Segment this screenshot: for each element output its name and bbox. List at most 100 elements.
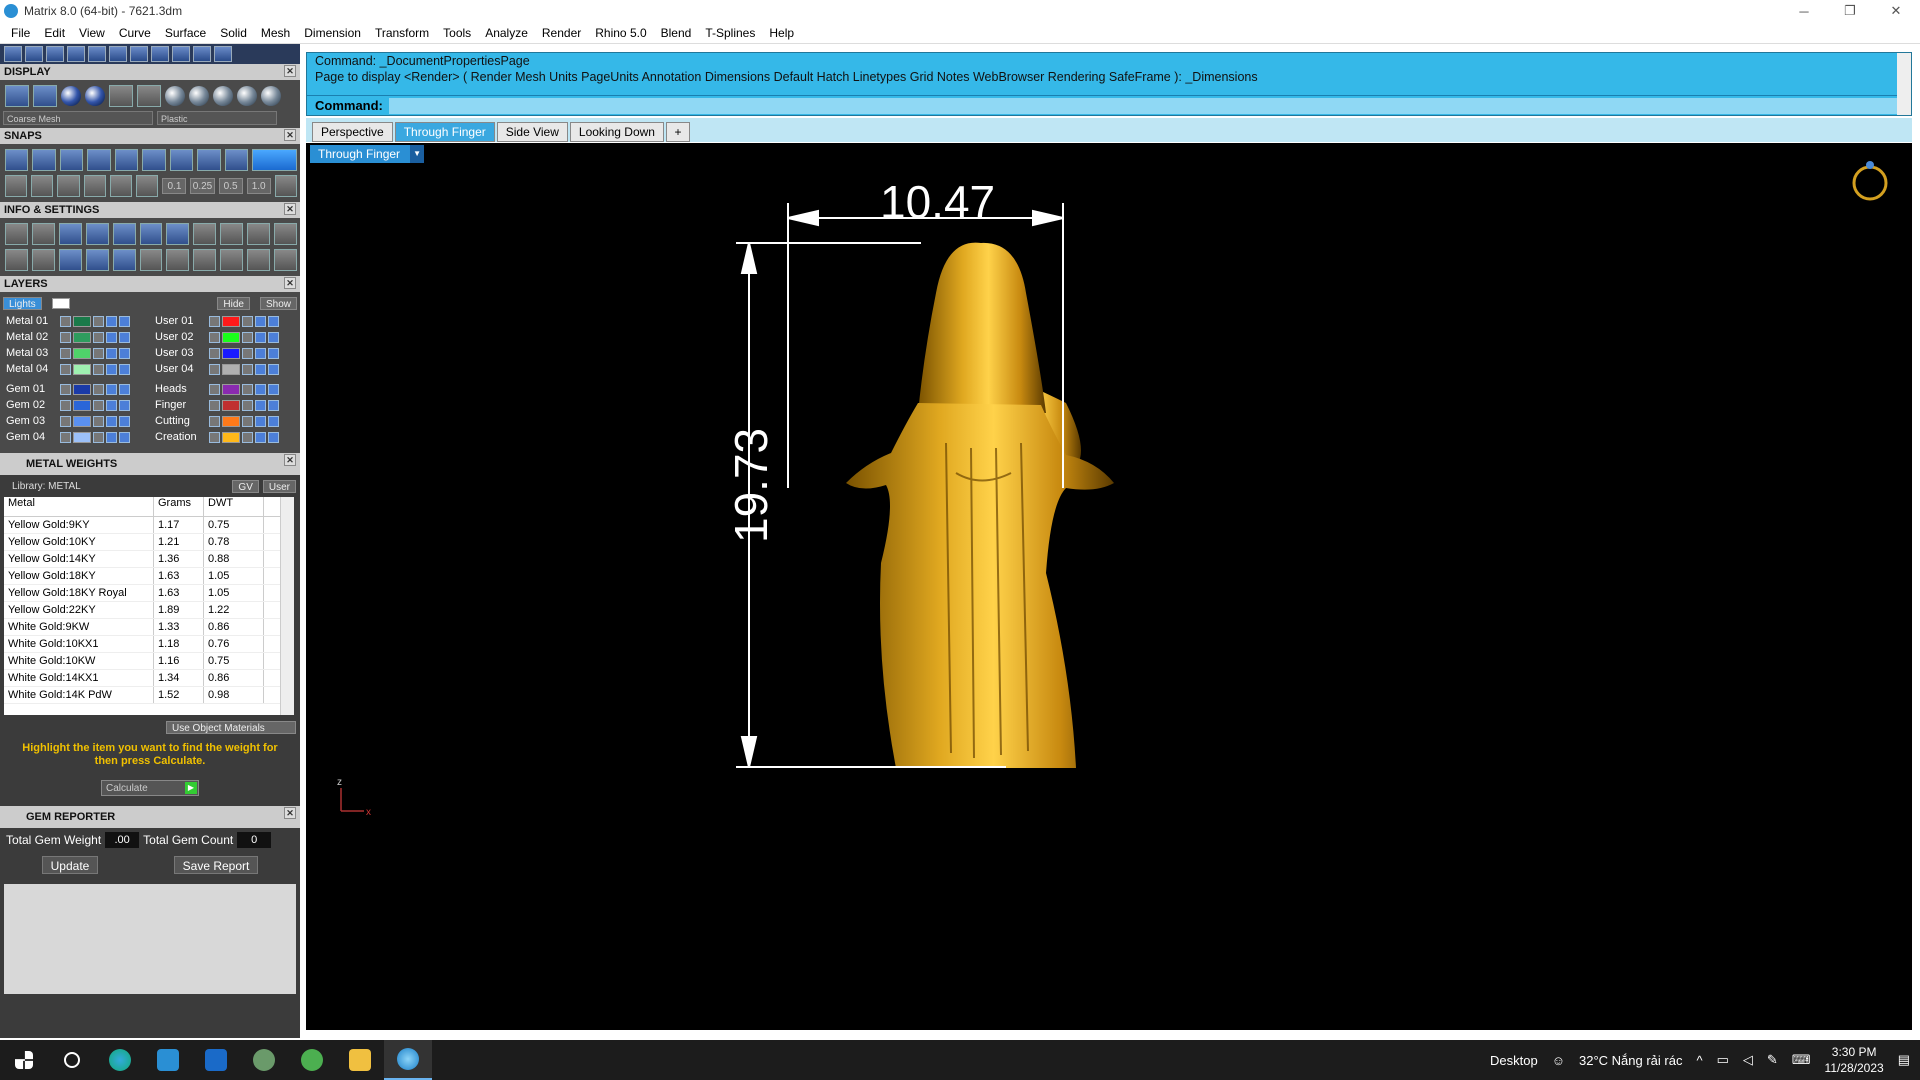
lock-icon[interactable] bbox=[242, 315, 253, 327]
snap-near-icon[interactable] bbox=[32, 149, 56, 171]
expand-icon[interactable] bbox=[60, 431, 71, 443]
dimension-height-value[interactable]: 19.73 bbox=[724, 428, 778, 543]
shaded-icon[interactable] bbox=[33, 85, 57, 107]
table-row[interactable]: Yellow Gold:10KY 1.21 0.78 bbox=[4, 534, 294, 551]
visibility-icon[interactable] bbox=[106, 399, 117, 411]
select-icon[interactable] bbox=[268, 347, 279, 359]
snap-value-3[interactable]: 1.0 bbox=[246, 178, 271, 194]
lock-icon[interactable] bbox=[93, 399, 104, 411]
layer-color-swatch[interactable] bbox=[222, 331, 240, 343]
tool-button[interactable] bbox=[25, 46, 43, 62]
close-icon[interactable]: ✕ bbox=[284, 277, 296, 289]
visibility-icon[interactable] bbox=[255, 415, 266, 427]
lock-icon[interactable] bbox=[93, 347, 104, 359]
planar-icon[interactable] bbox=[57, 175, 80, 197]
layer-row[interactable]: Metal 04 bbox=[6, 361, 145, 377]
gem-reporter-header[interactable]: GEM REPORTER ✕ bbox=[0, 806, 300, 828]
select-icon[interactable] bbox=[268, 383, 279, 395]
pen-icon[interactable]: ✎ bbox=[1767, 1052, 1778, 1068]
snap-quad-icon[interactable] bbox=[197, 149, 221, 171]
layer-row[interactable]: Metal 01 bbox=[6, 313, 145, 329]
weather-widget[interactable]: 32°C Nắng rải rác bbox=[1579, 1053, 1682, 1068]
wireframe-icon[interactable] bbox=[5, 85, 29, 107]
tool-button[interactable] bbox=[151, 46, 169, 62]
user-toggle[interactable]: User bbox=[262, 479, 296, 493]
tool-icon[interactable] bbox=[58, 223, 82, 245]
snap-point-icon[interactable] bbox=[59, 149, 84, 171]
visibility-icon[interactable] bbox=[255, 383, 266, 395]
volume-icon[interactable]: ◁ bbox=[1743, 1052, 1753, 1068]
layer-color-swatch[interactable] bbox=[73, 383, 91, 395]
display-panel-header[interactable]: DISPLAY ✕ bbox=[0, 64, 300, 80]
tool-icon[interactable] bbox=[139, 249, 163, 271]
show-button[interactable]: Show bbox=[259, 296, 297, 310]
grid-icon[interactable] bbox=[5, 175, 28, 197]
select-icon[interactable] bbox=[119, 363, 130, 375]
gv-toggle[interactable]: GV bbox=[232, 479, 259, 493]
select-icon[interactable] bbox=[119, 331, 130, 343]
tool-button[interactable] bbox=[172, 46, 190, 62]
layer-color-swatch[interactable] bbox=[73, 431, 91, 443]
layer-color-swatch[interactable] bbox=[73, 399, 91, 411]
menu-rhino[interactable]: Rhino 5.0 bbox=[588, 22, 653, 44]
menu-analyze[interactable]: Analyze bbox=[478, 22, 535, 44]
material-sphere-icon[interactable] bbox=[261, 86, 281, 106]
tab-through-finger[interactable]: Through Finger bbox=[394, 122, 495, 142]
visibility-icon[interactable] bbox=[255, 431, 266, 443]
table-row[interactable]: Yellow Gold:14KY 1.36 0.88 bbox=[4, 551, 294, 568]
select-icon[interactable] bbox=[268, 431, 279, 443]
lock-icon[interactable] bbox=[242, 399, 253, 411]
menu-surface[interactable]: Surface bbox=[158, 22, 213, 44]
close-icon[interactable]: ✕ bbox=[284, 454, 296, 466]
app-icon[interactable] bbox=[240, 1040, 288, 1080]
layer-row[interactable]: Gem 01 bbox=[6, 381, 145, 397]
visibility-icon[interactable] bbox=[106, 415, 117, 427]
table-row[interactable]: White Gold:9KW 1.33 0.86 bbox=[4, 619, 294, 636]
mesh-quality-select[interactable]: Coarse Mesh bbox=[3, 111, 153, 125]
tool-icon[interactable] bbox=[85, 223, 109, 245]
expand-icon[interactable] bbox=[60, 415, 71, 427]
close-icon[interactable]: ✕ bbox=[284, 807, 296, 819]
menu-tsplines[interactable]: T-Splines bbox=[698, 22, 762, 44]
tool-button[interactable] bbox=[193, 46, 211, 62]
visibility-icon[interactable] bbox=[106, 347, 117, 359]
select-icon[interactable] bbox=[268, 315, 279, 327]
settings-icon[interactable] bbox=[5, 223, 28, 245]
expand-icon[interactable] bbox=[209, 431, 220, 443]
store-icon[interactable] bbox=[144, 1040, 192, 1080]
lock-icon[interactable] bbox=[242, 331, 253, 343]
layer-color-swatch[interactable] bbox=[222, 415, 240, 427]
material-sphere-icon[interactable] bbox=[165, 86, 185, 106]
osnap-icon[interactable] bbox=[83, 175, 106, 197]
expand-icon[interactable] bbox=[60, 363, 71, 375]
lights-swatch[interactable] bbox=[51, 297, 70, 309]
menu-solid[interactable]: Solid bbox=[213, 22, 254, 44]
layer-color-swatch[interactable] bbox=[73, 415, 91, 427]
expand-icon[interactable] bbox=[209, 331, 220, 343]
close-icon[interactable]: ✕ bbox=[284, 203, 296, 215]
table-row[interactable]: White Gold:14K PdW 1.52 0.98 bbox=[4, 687, 294, 704]
select-icon[interactable] bbox=[268, 399, 279, 411]
tool-icon[interactable] bbox=[193, 223, 217, 245]
visibility-icon[interactable] bbox=[255, 347, 266, 359]
layers-panel-header[interactable]: LAYERS ✕ bbox=[0, 276, 300, 292]
lock-icon[interactable] bbox=[93, 431, 104, 443]
menu-tools[interactable]: Tools bbox=[436, 22, 478, 44]
viewport[interactable]: Through Finger ▼ z x 10.47 19.73 bbox=[306, 143, 1912, 1030]
layer-row[interactable]: Creation bbox=[155, 429, 294, 445]
lock-icon[interactable] bbox=[93, 331, 104, 343]
column-metal[interactable]: Metal bbox=[4, 497, 154, 516]
layer-color-swatch[interactable] bbox=[222, 431, 240, 443]
visibility-icon[interactable] bbox=[106, 363, 117, 375]
lock-icon[interactable] bbox=[242, 431, 253, 443]
layer-row[interactable]: Gem 03 bbox=[6, 413, 145, 429]
layer-row[interactable]: Heads bbox=[155, 381, 294, 397]
tool-icon[interactable] bbox=[274, 249, 297, 271]
snap-int-icon[interactable] bbox=[224, 149, 249, 171]
tool-icon[interactable] bbox=[193, 249, 217, 271]
layer-row[interactable]: User 02 bbox=[155, 329, 294, 345]
expand-icon[interactable] bbox=[60, 331, 71, 343]
tool-button[interactable] bbox=[214, 46, 232, 62]
material-sphere-icon[interactable] bbox=[237, 86, 257, 106]
expand-icon[interactable] bbox=[209, 399, 220, 411]
